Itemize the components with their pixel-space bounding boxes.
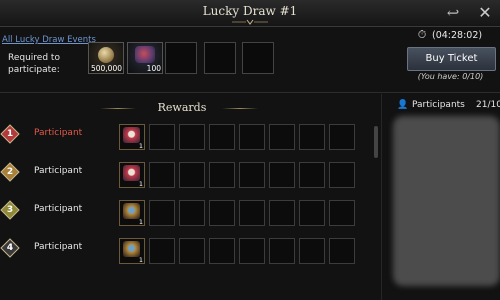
reward-item-slot[interactable]: 1 [119,162,145,188]
empty-reward-slot [149,124,175,150]
person-icon: 👤 [397,100,409,110]
panel-divider [381,94,382,300]
rank-number: 3 [6,205,14,215]
reward-quantity: 1 [138,256,143,264]
empty-reward-slot [209,238,235,264]
reward-quantity: 1 [138,142,143,150]
tickets-owned-text: (You have: 0/10) [417,72,484,81]
empty-reward-slot [299,124,325,150]
reward-chest-icon [123,165,140,181]
empty-reward-slot [149,162,175,188]
empty-requirement-slot [204,42,236,74]
rank-number: 4 [6,243,14,253]
rewards-ornament-left [100,108,136,109]
all-events-link[interactable]: All Lucky Draw Events [2,35,96,45]
empty-reward-slot [179,200,205,226]
empty-reward-slot [209,162,235,188]
gold-quantity: 500,000 [90,64,122,73]
reward-chest-icon [123,127,140,143]
empty-reward-slot [299,162,325,188]
rewards-title: Rewards [157,101,207,114]
empty-reward-slot [269,124,295,150]
rank-number: 2 [6,167,14,177]
empty-reward-slot [179,124,205,150]
reward-chest-icon [123,203,140,219]
participants-list-blurred [393,116,500,286]
ticket-quantity: 100 [146,64,161,73]
required-label: Required to participate: [8,53,60,75]
empty-reward-slot [299,238,325,264]
ticket-icon [135,46,155,63]
page-title: Lucky Draw #1 [202,4,298,18]
empty-reward-slot [269,200,295,226]
empty-reward-slot [269,238,295,264]
participants-count: 21/10000 [476,100,500,110]
rewards-ornament-right [222,108,258,109]
empty-reward-slot [329,124,355,150]
stopwatch-icon: ⏱ [417,28,427,41]
reward-chest-icon [123,241,140,257]
empty-reward-slot [269,162,295,188]
reward-item-slot[interactable]: 1 [119,238,145,264]
requirement-ticket-slot[interactable]: 100 [127,42,163,74]
empty-reward-slot [299,200,325,226]
back-icon[interactable]: ↩ [442,2,464,24]
empty-reward-slot [239,124,265,150]
participants-label: Participants [412,100,465,110]
title-ornament-icon [232,19,268,25]
empty-reward-slot [329,200,355,226]
rank-label: Participant [34,128,83,138]
section-divider [0,92,500,93]
empty-reward-slot [329,162,355,188]
empty-reward-slot [209,200,235,226]
empty-reward-slot [209,124,235,150]
empty-reward-slot [149,238,175,264]
empty-requirement-slot [242,42,274,74]
empty-reward-slot [239,238,265,264]
empty-requirement-slot [165,42,197,74]
reward-row: 3 Participant 1 [0,200,372,226]
empty-reward-slot [179,162,205,188]
rewards-scrollbar[interactable] [374,126,378,158]
countdown-timer: (04:28:02) [432,30,483,41]
close-icon[interactable]: ✕ [474,2,496,24]
reward-row: 1 Participant 1 [0,124,372,150]
empty-reward-slot [239,162,265,188]
rank-label: Participant [34,242,83,252]
rank-label: Participant [34,204,83,214]
empty-reward-slot [239,200,265,226]
reward-item-slot[interactable]: 1 [119,124,145,150]
reward-row: 2 Participant 1 [0,162,372,188]
reward-quantity: 1 [138,180,143,188]
rank-number: 1 [6,129,14,139]
empty-reward-slot [179,238,205,264]
empty-reward-slot [149,200,175,226]
reward-item-slot[interactable]: 1 [119,200,145,226]
empty-reward-slot [329,238,355,264]
reward-row: 4 Participant 1 [0,238,372,264]
reward-quantity: 1 [138,218,143,226]
requirement-gold-slot[interactable]: 500,000 [88,42,124,74]
gold-coin-icon [98,47,114,63]
rank-label: Participant [34,166,83,176]
buy-ticket-button[interactable]: Buy Ticket [407,47,496,71]
